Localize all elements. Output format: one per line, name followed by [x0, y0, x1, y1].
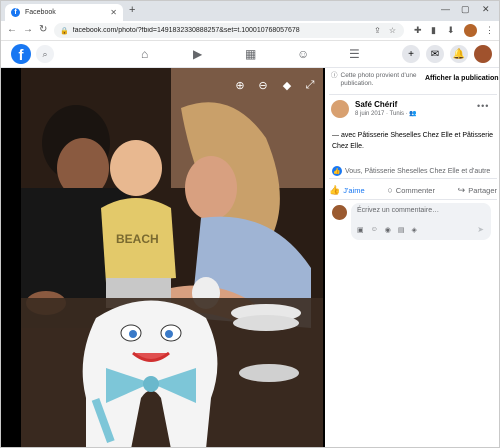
forward-arrow-icon[interactable]: →	[23, 24, 33, 35]
reload-icon[interactable]: ↻	[39, 24, 47, 35]
url-text[interactable]: facebook.com/photo/?fbid=149183233088825…	[73, 27, 374, 34]
friends-audience-icon: 👥	[409, 111, 417, 117]
tab-close-icon[interactable]: ✕	[110, 8, 117, 17]
gif-icon[interactable]: ▤	[398, 226, 405, 234]
post-actions: 👍 J'aime ○ Commenter ↪ Partager	[329, 182, 497, 198]
photo-viewer: BEACH ⊕ ⊖ ◆ ⤢	[1, 68, 325, 447]
more-options-icon[interactable]: •••	[477, 101, 489, 111]
author-name[interactable]: Safé Chérif	[355, 100, 397, 109]
commenter-avatar[interactable]	[332, 205, 347, 220]
post-date: 8 juin 2017 · Tunis · 👥	[355, 110, 417, 117]
lock-icon: 🔒	[60, 27, 69, 35]
sticker-icon[interactable]: ◈	[412, 226, 417, 234]
show-post-button[interactable]: Afficher la publication	[425, 75, 499, 82]
photo[interactable]: BEACH	[21, 68, 323, 447]
bookmark-star-icon[interactable]: ☆	[389, 26, 396, 35]
home-icon[interactable]: ⌂	[141, 47, 148, 61]
like-button[interactable]: 👍 J'aime	[329, 185, 365, 196]
share-page-icon[interactable]: ⇪	[374, 26, 381, 35]
back-arrow-icon[interactable]: ←	[7, 24, 17, 35]
comment-bubble-icon: ○	[387, 185, 393, 195]
browser-tab[interactable]: f Facebook ✕	[5, 4, 123, 21]
divider	[329, 199, 497, 200]
share-button[interactable]: ↪ Partager	[458, 185, 497, 196]
share-label: Partager	[468, 185, 497, 195]
comment-tools: ▣ ☺ ◉ ▤ ◈	[357, 226, 424, 234]
comment-placeholder[interactable]: Écrivez un commentaire…	[357, 207, 439, 214]
sidebar-icon[interactable]: ▮	[431, 25, 436, 36]
notifications-bell-icon[interactable]: 🔔	[450, 45, 468, 63]
photo-illustration: BEACH	[21, 68, 323, 447]
menu-icon[interactable]: ☰	[349, 47, 360, 61]
author-avatar[interactable]	[331, 100, 349, 118]
minimize-button[interactable]: —	[441, 4, 450, 14]
create-plus-icon[interactable]: +	[402, 45, 420, 63]
browser-window: f Facebook ✕ + — ▢ ✕ ← → ↻ 🔒 facebook.co…	[0, 0, 500, 448]
browser-profile-avatar[interactable]	[464, 24, 477, 37]
like-reaction-icon: 👍	[332, 166, 342, 176]
browser-menu-icon[interactable]: ⋮	[485, 25, 494, 36]
photo-source-notice: ⓘ Cette photo provient d'une publication…	[331, 72, 421, 88]
tab-strip: f Facebook ✕ + — ▢ ✕	[1, 1, 499, 21]
send-icon[interactable]: ➤	[477, 225, 484, 234]
facebook-logo[interactable]: f	[11, 44, 31, 64]
thumbs-up-icon: 👍	[329, 184, 341, 195]
emoji-icon[interactable]: ☺	[371, 226, 378, 234]
groups-icon[interactable]: ☺	[297, 47, 309, 61]
zoom-in-icon[interactable]: ⊕	[233, 78, 247, 92]
fullscreen-icon[interactable]: ⤢	[303, 78, 317, 92]
close-window-button[interactable]: ✕	[482, 4, 490, 15]
post-date-text[interactable]: 8 juin 2017 · Tunis ·	[355, 111, 408, 117]
account-avatar[interactable]	[474, 45, 492, 63]
extensions-puzzle-icon[interactable]: ✚	[414, 25, 422, 36]
tab-title: Facebook	[25, 9, 56, 16]
messenger-icon[interactable]: ✉	[426, 45, 444, 63]
maximize-button[interactable]: ▢	[461, 4, 470, 15]
divider	[329, 94, 497, 95]
like-label: J'aime	[343, 185, 365, 195]
divider	[329, 178, 497, 179]
facebook-top-nav: f ⌕ ⌂ ▶ ▦ ☺ ☰ + ✉ 🔔	[1, 41, 499, 68]
new-tab-button[interactable]: +	[129, 4, 135, 16]
comment-label: Commenter	[395, 185, 435, 195]
marketplace-icon[interactable]: ▦	[245, 47, 256, 61]
search-icon[interactable]: ⌕	[36, 45, 54, 63]
notice-text: Cette photo provient d'une publication.	[340, 72, 417, 87]
comment-button[interactable]: ○ Commenter	[387, 185, 435, 195]
avatar-sticker-icon[interactable]: ▣	[357, 226, 364, 234]
downloads-icon[interactable]: ⬇	[447, 25, 455, 36]
watch-icon[interactable]: ▶	[193, 47, 202, 61]
share-arrow-icon: ↪	[457, 184, 466, 195]
camera-icon[interactable]: ◉	[385, 226, 391, 234]
tag-icon[interactable]: ◆	[280, 78, 294, 92]
svg-text:BEACH: BEACH	[116, 232, 159, 246]
reactions-text[interactable]: Vous, Pâtisserie Sheselles Chez Elle et …	[345, 168, 490, 175]
address-bar[interactable]: 🔒 facebook.com/photo/?fbid=1491832330888…	[54, 23, 404, 38]
address-toolbar: ← → ↻ 🔒 facebook.com/photo/?fbid=1491832…	[1, 21, 499, 41]
facebook-favicon-icon: f	[11, 8, 20, 17]
info-icon: ⓘ	[331, 72, 338, 79]
zoom-out-icon[interactable]: ⊖	[256, 78, 270, 92]
post-text: — avec Pâtisserie Sheselles Chez Elle et…	[332, 132, 494, 150]
post-side-panel: ⓘ Cette photo provient d'une publication…	[325, 68, 499, 447]
comment-input[interactable]: Écrivez un commentaire… ▣ ☺ ◉ ▤ ◈ ➤	[351, 203, 491, 240]
reactions-summary[interactable]: 👍 Vous, Pâtisserie Sheselles Chez Elle e…	[332, 166, 490, 176]
